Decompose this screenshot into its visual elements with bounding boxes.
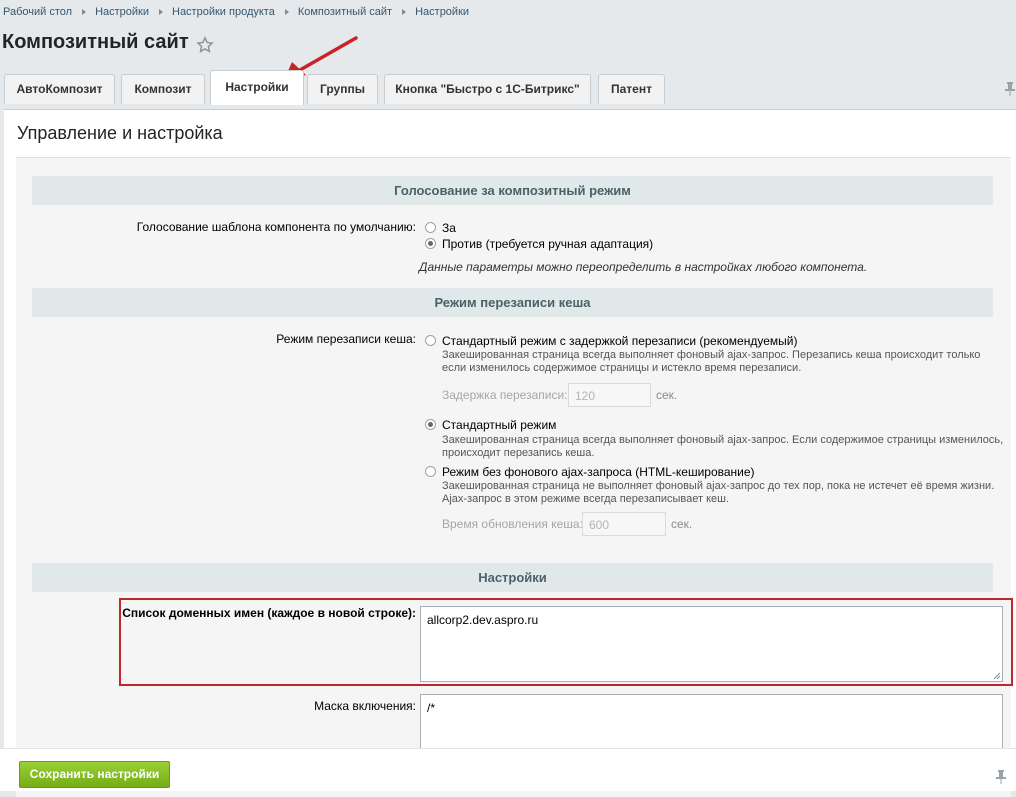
cache-html-hint-2: Ajax-запрос в этом режиме всегда перезап… (442, 493, 730, 505)
page-title: Композитный сайт (2, 31, 189, 53)
mask-value: /* (427, 701, 436, 715)
resize-grip-icon[interactable] (993, 672, 1001, 680)
domains-value: allcorp2.dev.aspro.ru (427, 613, 539, 627)
rewrite-delay-input[interactable]: 120 (568, 383, 651, 407)
save-button[interactable]: Сохранить настройки (19, 761, 170, 788)
rewrite-delay-unit: сек. (656, 388, 678, 402)
breadcrumb-separator-icon (82, 8, 87, 15)
tab-composite[interactable]: Композит (121, 74, 205, 104)
radio-cache-html[interactable] (425, 466, 436, 477)
radio-voting-for[interactable] (425, 222, 436, 233)
breadcrumb-separator-icon (284, 8, 289, 15)
cache-refresh-unit: сек. (671, 517, 693, 531)
breadcrumb-separator-icon (159, 8, 163, 15)
section-header-cache: Режим перезаписи кеша (32, 288, 993, 317)
breadcrumb: Рабочий стол Настройки Настройки продукта К… (3, 6, 469, 18)
cache-mode-label: Режим перезаписи кеша: (276, 332, 416, 346)
breadcrumb-item-product-settings[interactable]: Настройки продукта (172, 6, 275, 18)
cache-standard-hint-1: Закешированная страница всегда выполняет… (442, 434, 1004, 446)
breadcrumb-item-desktop[interactable]: Рабочий стол (3, 6, 72, 18)
radio-cache-delayed[interactable] (425, 335, 436, 346)
domains-textarea[interactable]: allcorp2.dev.aspro.ru (420, 606, 1003, 682)
tab-patent[interactable]: Патент (598, 74, 665, 104)
radio-voting-for-label[interactable]: За (442, 221, 456, 235)
radio-voting-against-label[interactable]: Против (требуется ручная адаптация) (442, 237, 653, 251)
section-header-voting: Голосование за композитный режим (32, 176, 993, 205)
star-icon[interactable] (196, 36, 214, 54)
domains-label: Список доменных имен (каждое в новой стр… (122, 606, 416, 620)
radio-cache-delayed-label[interactable]: Стандартный режим с задержкой перезаписи… (442, 334, 797, 348)
breadcrumb-separator-icon (402, 8, 407, 15)
rewrite-delay-label: Задержка перезаписи: (442, 388, 568, 402)
settings-form: Голосование за композитный режим Голосов… (16, 157, 1013, 797)
section-header-settings: Настройки (32, 563, 993, 592)
radio-cache-html-label[interactable]: Режим без фонового ajax-запроса (HTML-ке… (442, 465, 755, 479)
settings-panel: Управление и настройка Голосование за ко… (4, 109, 1016, 797)
radio-voting-against[interactable] (425, 238, 436, 249)
cache-delayed-hint-1: Закешированная страница всегда выполняет… (442, 349, 981, 361)
radio-cache-standard[interactable] (425, 419, 436, 430)
tab-autocomposite[interactable]: АвтоКомпозит (4, 74, 115, 104)
voting-label: Голосование шаблона компонента по умолча… (136, 220, 416, 234)
panel-title: Управление и настройка (17, 123, 223, 143)
mask-label: Маска включения: (314, 699, 416, 713)
footer-bar: Сохранить настройки (0, 748, 1016, 791)
radio-cache-standard-label[interactable]: Стандартный режим (442, 418, 556, 432)
tab-bitrix-button[interactable]: Кнопка "Быстро с 1С-Битрикс" (384, 74, 591, 104)
breadcrumb-item-composite-site[interactable]: Композитный сайт (298, 6, 392, 18)
cache-refresh-input[interactable]: 600 (582, 512, 666, 536)
pin-icon[interactable] (995, 770, 1007, 784)
cache-html-hint-1: Закешированная страница не выполняет фон… (442, 480, 995, 492)
cache-delayed-hint-2: если изменилось содержимое страницы и ис… (442, 362, 802, 374)
pin-icon[interactable] (1004, 82, 1016, 96)
breadcrumb-item-settings[interactable]: Настройки (95, 6, 149, 18)
voting-note: Данные параметры можно переопределить в … (419, 260, 868, 274)
breadcrumb-item-current[interactable]: Настройки (415, 6, 469, 18)
tab-settings[interactable]: Настройки (210, 70, 304, 105)
cache-refresh-label: Время обновления кеша: (442, 517, 583, 531)
cache-standard-hint-2: происходит перезапись кеша. (442, 447, 595, 459)
